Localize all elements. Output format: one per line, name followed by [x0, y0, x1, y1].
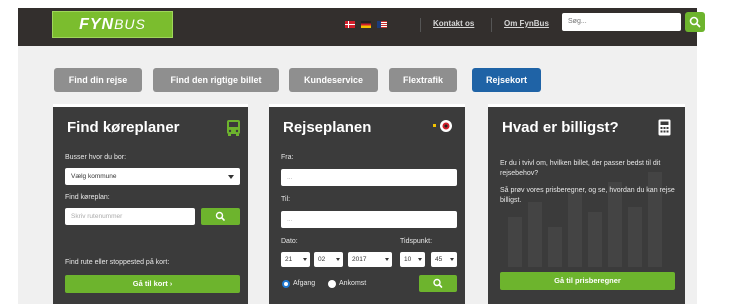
language-flags — [345, 21, 387, 28]
fynbus-logo[interactable]: FYNBUS — [52, 11, 173, 38]
search-icon — [689, 16, 701, 28]
search-icon — [433, 278, 443, 288]
logo-main: FYN — [79, 16, 115, 33]
hour-select[interactable]: 10 — [400, 252, 425, 267]
divider — [491, 18, 492, 32]
panel-title: Hvad er billigst? — [502, 119, 619, 136]
search-button[interactable] — [685, 12, 705, 32]
go-to-map-label: Gå til kort — [132, 279, 168, 288]
billigst-panel: Hvad er billigst? Er du i tvivl om, hvil… — [488, 104, 685, 304]
fra-input[interactable]: ... — [281, 169, 457, 186]
tidspunkt-label: Tidspunkt: — [400, 238, 433, 245]
danish-flag-icon[interactable] — [345, 21, 355, 28]
kort-label: Find rute eller stoppested på kort: — [65, 259, 170, 266]
chevron-down-icon — [385, 258, 389, 261]
month-select[interactable]: 02 — [314, 252, 343, 267]
month-value: 02 — [318, 256, 326, 263]
arrow-right-icon: › — [169, 281, 173, 288]
rutenummer-input[interactable]: Skriv rutenummer — [65, 208, 195, 225]
panel-title: Rejseplanen — [283, 119, 372, 136]
afgang-label: Afgang — [293, 280, 316, 287]
go-to-map-button[interactable]: Gå til kort › — [65, 275, 240, 293]
rejseplanen-logo-icon — [433, 120, 452, 132]
year-select[interactable]: 2017 — [348, 252, 392, 267]
tab-rejsekort[interactable]: Rejsekort — [472, 68, 541, 92]
find-koreplan-button[interactable] — [201, 208, 240, 225]
about-link[interactable]: Om FynBus — [504, 19, 549, 28]
chevron-down-icon — [418, 258, 422, 261]
tab-flextrafik[interactable]: Flextrafik — [389, 68, 457, 92]
english-flag-icon[interactable] — [377, 21, 387, 28]
day-select[interactable]: 21 — [281, 252, 310, 267]
ankomst-radio[interactable] — [328, 280, 336, 288]
german-flag-icon[interactable] — [361, 21, 371, 28]
chevron-down-icon — [303, 258, 307, 261]
contact-link[interactable]: Kontakt os — [433, 19, 474, 28]
koreplaner-panel: Find køreplaner Busser hvor du bor: Vælg… — [53, 104, 248, 304]
calculator-icon — [658, 119, 671, 136]
hour-value: 10 — [404, 256, 412, 263]
minute-value: 45 — [435, 256, 443, 263]
search-travel-button[interactable] — [419, 275, 457, 292]
search-icon — [215, 211, 225, 221]
find-koreplan-label: Find køreplan: — [65, 194, 110, 201]
chevron-down-icon — [228, 175, 234, 179]
billigst-text-2: Så prøv vores prisberegner, og se, hvord… — [500, 187, 675, 204]
panel-title: Find køreplaner — [67, 119, 180, 136]
minute-select[interactable]: 45 — [431, 252, 457, 267]
day-value: 21 — [285, 256, 293, 263]
kommune-select[interactable]: Vælg kommune — [65, 168, 240, 185]
billigst-text-1: Er du i tvivl om, hvilken billet, der pa… — [500, 160, 661, 177]
chevron-down-icon — [336, 258, 340, 261]
top-header: FYNBUS Kontakt os Om FynBus — [18, 8, 705, 46]
ankomst-label: Ankomst — [339, 280, 367, 287]
prisberegner-button[interactable]: Gå til prisberegner — [500, 272, 675, 290]
divider — [420, 18, 421, 32]
tab-kundeservice[interactable]: Kundeservice — [289, 68, 378, 92]
chevron-down-icon — [450, 258, 454, 261]
afgang-radio[interactable] — [282, 280, 290, 288]
logo-sub: BUS — [114, 16, 146, 32]
dato-label: Dato: — [281, 238, 298, 245]
tab-find-din-rejse[interactable]: Find din rejse — [54, 68, 142, 92]
til-input[interactable]: ... — [281, 211, 457, 228]
fra-label: Fra: — [281, 154, 294, 161]
tab-find-den-rigtige-billet[interactable]: Find den rigtige billet — [153, 68, 279, 92]
kommune-value: Vælg kommune — [71, 173, 117, 180]
search-input[interactable] — [562, 13, 681, 31]
year-value: 2017 — [352, 256, 367, 263]
bus-icon — [227, 120, 240, 136]
rejseplanen-panel: Rejseplanen Fra: ... Til: ... Dato: Tids… — [269, 104, 465, 304]
busser-label: Busser hvor du bor: — [65, 154, 127, 161]
til-label: Til: — [281, 196, 291, 203]
